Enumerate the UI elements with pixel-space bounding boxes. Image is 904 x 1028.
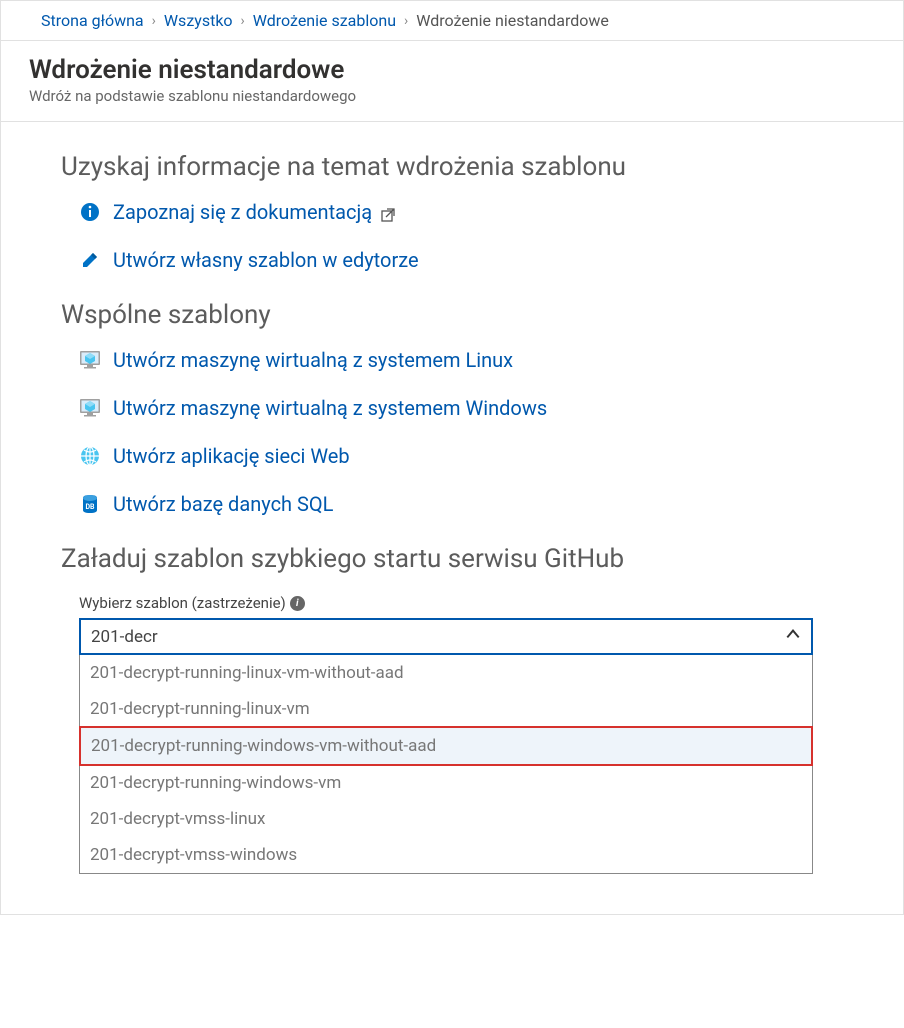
common-links: Utwórz maszynę wirtualną z systemem Linu… bbox=[61, 348, 843, 516]
main-content: Uzyskaj informacje na temat wdrożenia sz… bbox=[1, 122, 903, 914]
learn-links: Zapoznaj się z dokumentacją Utwórz własn… bbox=[61, 200, 843, 272]
page-subtitle: Wdróż na podstawie szablonu niestandardo… bbox=[29, 87, 875, 105]
template-select-label-text: Wybierz szablon (zastrzeżenie) bbox=[79, 594, 286, 612]
section-github-title: Załaduj szablon szybkiego startu serwisu… bbox=[61, 544, 843, 574]
sqldb-link[interactable]: Utwórz bazę danych SQL bbox=[113, 492, 333, 516]
editor-link[interactable]: Utwórz własny szablon w edytorze bbox=[113, 248, 419, 272]
svg-text:DB: DB bbox=[85, 503, 95, 511]
docs-link[interactable]: Zapoznaj się z dokumentacją bbox=[113, 200, 395, 224]
chevron-right-icon: › bbox=[152, 13, 156, 29]
database-icon: DB bbox=[79, 493, 101, 515]
linux-vm-link[interactable]: Utwórz maszynę wirtualną z systemem Linu… bbox=[113, 348, 513, 372]
list-item: Utwórz aplikację sieci Web bbox=[79, 444, 843, 468]
template-option[interactable]: 201-decrypt-running-windows-vm bbox=[80, 765, 812, 801]
page-title: Wdrożenie niestandardowe bbox=[29, 55, 875, 85]
webapp-icon bbox=[79, 445, 101, 467]
list-item: Utwórz maszynę wirtualną z systemem Linu… bbox=[79, 348, 843, 372]
vm-icon bbox=[79, 349, 101, 371]
list-item: Utwórz własny szablon w edytorze bbox=[79, 248, 843, 272]
template-option[interactable]: 201-decrypt-running-linux-vm bbox=[80, 691, 812, 727]
info-icon[interactable]: i bbox=[290, 596, 305, 611]
vm-icon bbox=[79, 397, 101, 419]
chevron-up-icon[interactable] bbox=[785, 626, 801, 647]
list-item: Zapoznaj się z dokumentacją bbox=[79, 200, 843, 224]
template-option[interactable]: 201-decrypt-vmss-linux bbox=[80, 801, 812, 837]
template-input-value: 201-decr bbox=[91, 627, 158, 647]
list-item: DB Utwórz bazę danych SQL bbox=[79, 492, 843, 516]
webapp-link[interactable]: Utwórz aplikację sieci Web bbox=[113, 444, 350, 468]
breadcrumb: Strona główna › Wszystko › Wdrożenie sza… bbox=[1, 1, 903, 41]
pencil-icon bbox=[79, 249, 101, 271]
docs-link-label: Zapoznaj się z dokumentacją bbox=[113, 200, 372, 224]
template-option[interactable]: 201-decrypt-vmss-windows bbox=[80, 837, 812, 873]
template-input[interactable]: 201-decr bbox=[79, 618, 813, 655]
template-option[interactable]: 201-decrypt-running-windows-vm-without-a… bbox=[79, 726, 813, 766]
windows-vm-link[interactable]: Utwórz maszynę wirtualną z systemem Wind… bbox=[113, 396, 547, 420]
page-header: Wdrożenie niestandardowe Wdróż na podsta… bbox=[1, 41, 903, 122]
section-learn-title: Uzyskaj informacje na temat wdrożenia sz… bbox=[61, 152, 843, 182]
breadcrumb-current: Wdrożenie niestandardowe bbox=[416, 11, 609, 30]
breadcrumb-template-deploy[interactable]: Wdrożenie szablonu bbox=[253, 11, 396, 30]
chevron-right-icon: › bbox=[404, 13, 408, 29]
template-option[interactable]: 201-decrypt-running-linux-vm-without-aad bbox=[80, 655, 812, 691]
template-listbox: 201-decrypt-running-linux-vm-without-aad… bbox=[79, 655, 813, 874]
breadcrumb-all[interactable]: Wszystko bbox=[164, 11, 233, 30]
template-select-label: Wybierz szablon (zastrzeżenie) i bbox=[79, 594, 843, 612]
breadcrumb-home[interactable]: Strona główna bbox=[41, 11, 144, 30]
chevron-right-icon: › bbox=[241, 13, 245, 29]
external-link-icon bbox=[381, 207, 395, 223]
section-common-title: Wspólne szablony bbox=[61, 300, 843, 330]
info-icon bbox=[79, 201, 101, 223]
template-combobox: 201-decr 201-decrypt-running-linux-vm-wi… bbox=[79, 618, 813, 874]
list-item: Utwórz maszynę wirtualną z systemem Wind… bbox=[79, 396, 843, 420]
